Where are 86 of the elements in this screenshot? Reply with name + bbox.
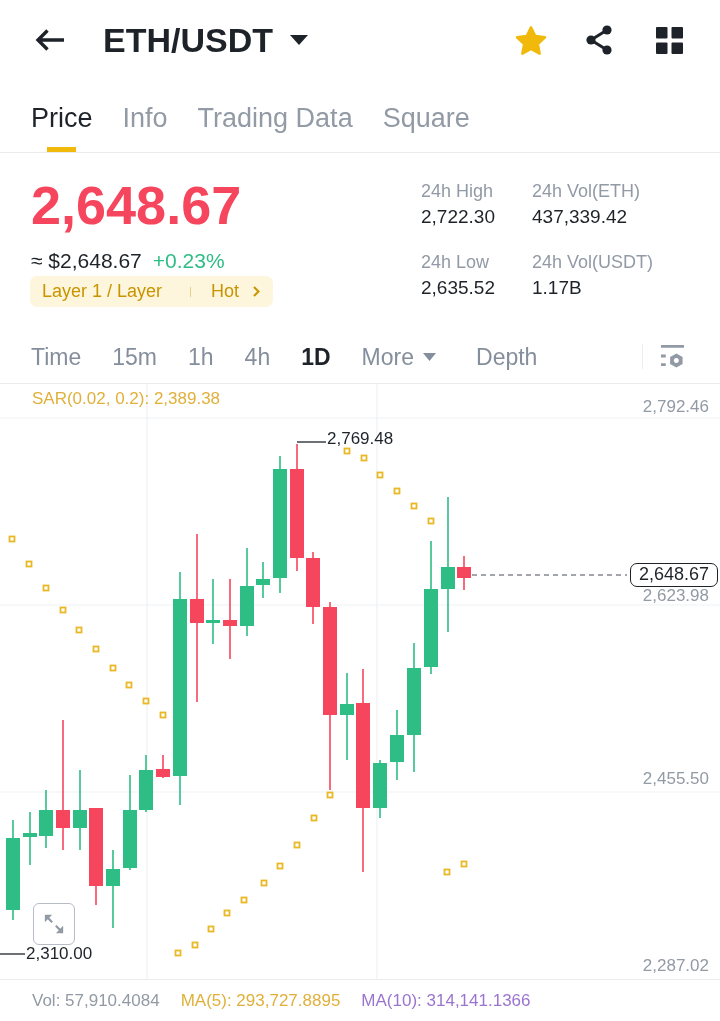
candle	[156, 754, 170, 779]
sar-point	[75, 626, 83, 634]
price-axis-label: 2,623.98	[642, 588, 709, 604]
leader-line	[296, 441, 327, 443]
stat-label: 24h Low	[421, 251, 490, 274]
last-price: 2,648.67	[31, 175, 242, 235]
back-arrow-icon[interactable]	[35, 28, 65, 52]
stat-label: 24h High	[421, 180, 494, 203]
indicator-value: Vol: 57,910.4084	[32, 990, 160, 1011]
interval-tab[interactable]: Depth	[476, 342, 538, 371]
sar-point	[42, 584, 50, 592]
sar-point	[376, 471, 384, 479]
caret-icon	[290, 35, 308, 45]
stat-value: 2,722.30	[421, 205, 495, 229]
interval-tab[interactable]: 1h	[188, 342, 214, 371]
tab[interactable]: Price	[31, 101, 93, 152]
sar-point	[360, 454, 368, 462]
stat-value: 437,339.42	[532, 205, 628, 229]
sar-point	[174, 949, 182, 957]
leader-line	[0, 953, 26, 955]
price-change: +0.23%	[152, 248, 225, 274]
stat-label: 24h Vol(ETH)	[532, 180, 641, 203]
sector-label: Layer 1 / Layer	[42, 281, 163, 302]
high-price-label: 2,769.48	[327, 431, 394, 447]
candle	[23, 811, 37, 866]
interval-tab[interactable]: 4h	[244, 342, 271, 371]
candle	[390, 709, 404, 781]
sector-tag[interactable]: Layer 1 / Layer Hot	[30, 276, 274, 307]
candle	[256, 561, 270, 599]
expand-icon	[43, 913, 65, 935]
sar-point	[293, 841, 301, 849]
price-axis-label: 2,455.50	[642, 771, 709, 787]
interval-tab[interactable]: Time	[31, 342, 82, 371]
sar-point	[460, 860, 468, 868]
indicator-legend: SAR(0.02, 0.2): 2,389.38	[32, 390, 221, 408]
star-icon[interactable]	[515, 24, 547, 56]
sar-point	[276, 862, 284, 870]
sar-point	[59, 606, 67, 614]
low-price-label: 2,310.00	[26, 946, 93, 962]
pair-selector[interactable]: ETH/USDT	[103, 20, 308, 60]
chart-settings-icon[interactable]	[660, 344, 685, 369]
indicator-value: MA(5): 293,727.8895	[180, 990, 341, 1011]
current-price-tag: 2,648.67	[630, 563, 719, 587]
price-axis-label: 2,792.46	[642, 399, 709, 415]
price-axis-label: 2,287.02	[642, 958, 709, 974]
sar-point	[142, 697, 150, 705]
candle	[373, 759, 387, 819]
interval-tab[interactable]: 1D	[301, 342, 331, 371]
sar-point	[326, 791, 334, 799]
candle	[39, 789, 53, 849]
sar-point	[240, 896, 248, 904]
expand-button[interactable]	[33, 903, 75, 945]
sar-point	[8, 535, 16, 543]
candle	[139, 754, 153, 813]
sar-point	[410, 502, 418, 510]
sar-point	[207, 925, 215, 933]
sar-point	[310, 814, 318, 822]
indicator-value: MA(10): 314,141.1366	[361, 990, 531, 1011]
tab[interactable]: Trading Data	[197, 101, 353, 152]
stat-label: 24h Vol(USDT)	[532, 251, 654, 274]
sar-point	[343, 447, 351, 455]
sar-point	[443, 868, 451, 876]
sar-point	[159, 711, 167, 719]
sar-point	[125, 681, 133, 689]
tab[interactable]: Info	[122, 101, 168, 152]
candle	[206, 578, 220, 645]
hot-label: Hot	[211, 281, 240, 302]
interval-tab[interactable]: 15m	[112, 342, 157, 371]
sar-point	[223, 909, 231, 917]
share-icon[interactable]	[585, 25, 613, 55]
stat-value: 1.17B	[532, 276, 582, 300]
grid-icon[interactable]	[656, 26, 683, 54]
tab[interactable]: Square	[382, 101, 470, 152]
sar-point	[109, 664, 117, 672]
sar-point	[191, 941, 199, 949]
sar-point	[92, 645, 100, 653]
caret-icon	[423, 352, 436, 361]
sar-point	[427, 517, 435, 525]
chevron-right-icon	[253, 286, 261, 297]
sar-point	[393, 487, 401, 495]
candle	[457, 555, 471, 591]
stat-value: 2,635.52	[421, 276, 495, 300]
approx-price: ≈ $2,648.67	[31, 248, 142, 274]
sar-point	[25, 560, 33, 568]
interval-tab[interactable]: More	[361, 342, 436, 371]
sar-point	[260, 879, 268, 887]
